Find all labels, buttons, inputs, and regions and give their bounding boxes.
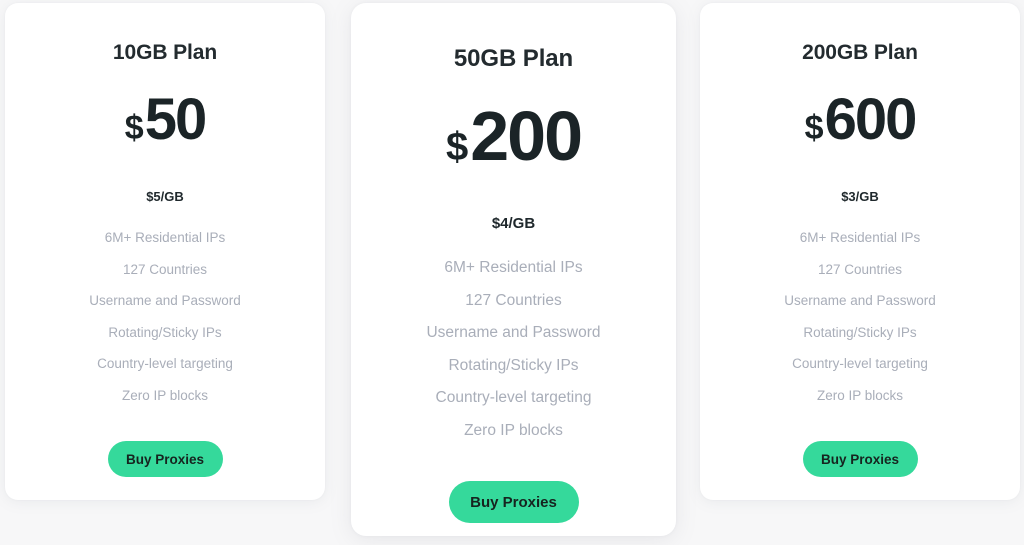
plan-card-200gb[interactable]: 200GB Plan $ 600 $3/GB 6M+ Residential I… [700, 3, 1020, 500]
plan-price: $ 600 [804, 87, 918, 152]
plan-rate: $5/GB [146, 189, 184, 204]
list-item: Zero IP blocks [816, 387, 904, 403]
list-item: Username and Password [784, 293, 936, 308]
list-item: 6M+ Residential IPs [444, 259, 583, 276]
list-item: Username and Password [426, 324, 601, 341]
list-item: Rotating/Sticky IPs [803, 324, 917, 340]
feature-list: 6M+ Residential IPs 127 Countries Userna… [700, 222, 1020, 411]
buy-proxies-button[interactable]: Buy Proxies [448, 481, 579, 523]
list-item: Rotating/Sticky IPs [108, 324, 222, 340]
list-item: Zero IP blocks [464, 421, 563, 439]
list-item: Username and Password [89, 293, 241, 308]
plan-card-50gb[interactable]: 50GB Plan $ 200 $4/GB 6M+ Residential IP… [351, 3, 676, 536]
plan-card-10gb[interactable]: 10GB Plan $ 50 $5/GB 6M+ Residential IPs… [5, 3, 325, 500]
pricing-plans-section: 10GB Plan $ 50 $5/GB 6M+ Residential IPs… [0, 0, 1024, 545]
price-amount: 600 [824, 87, 918, 152]
list-item: 127 Countries [465, 291, 562, 309]
list-item: Country-level targeting [435, 389, 592, 406]
feature-list: 6M+ Residential IPs 127 Countries Userna… [5, 222, 325, 411]
plan-title: 200GB Plan [802, 41, 918, 64]
list-item: 127 Countries [122, 261, 208, 277]
plan-price: $ 50 [124, 87, 207, 152]
buy-proxies-button[interactable]: Buy Proxies [802, 441, 918, 477]
list-item: Country-level targeting [97, 356, 233, 371]
buy-proxies-button[interactable]: Buy Proxies [107, 441, 223, 477]
feature-list: 6M+ Residential IPs 127 Countries Userna… [351, 252, 676, 447]
price-amount: 50 [144, 87, 207, 152]
plan-title: 50GB Plan [453, 45, 574, 72]
price-amount: 200 [470, 97, 583, 175]
plan-price: $ 200 [445, 97, 583, 175]
list-item: Country-level targeting [792, 356, 928, 371]
currency-symbol: $ [445, 125, 469, 169]
currency-symbol: $ [804, 109, 824, 147]
list-item: Zero IP blocks [121, 387, 209, 403]
plan-rate: $3/GB [841, 189, 879, 204]
list-item: 6M+ Residential IPs [799, 230, 921, 245]
plan-rate: $4/GB [491, 215, 536, 232]
list-item: Rotating/Sticky IPs [448, 356, 579, 374]
list-item: 6M+ Residential IPs [104, 230, 226, 245]
currency-symbol: $ [124, 109, 144, 147]
list-item: 127 Countries [817, 261, 903, 277]
plan-title: 10GB Plan [112, 41, 218, 64]
